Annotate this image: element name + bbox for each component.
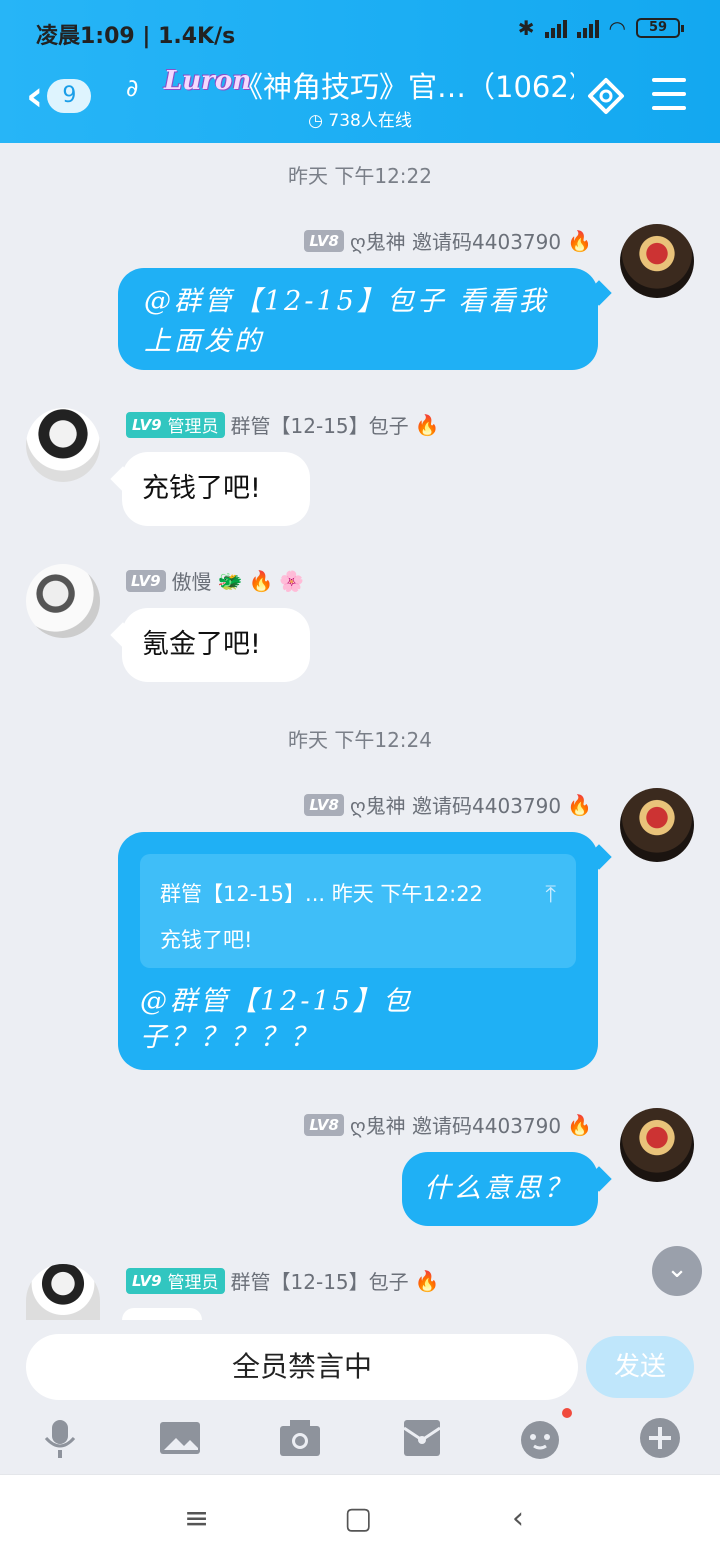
sender-meta: LV9 管理员 群管【12-15】包子 🔥 [126, 410, 440, 439]
fire-icon: 🔥 [567, 792, 592, 817]
status-time: 凌晨1:09 | 1.4K/s [36, 24, 236, 49]
timestamp: 昨天 下午12:24 [288, 728, 432, 752]
fire-icon: 🔥 [567, 228, 592, 253]
emoji-icon[interactable] [518, 1416, 562, 1460]
sender-meta: LV9 管理员 群管【12-15】包子 🔥 [126, 1266, 440, 1295]
admin-badge: LV9 管理员 [126, 411, 225, 438]
fire-icon: 🔥 [414, 1268, 440, 1293]
message-bubble[interactable]: 什么意思？ [402, 1152, 598, 1226]
image-icon[interactable] [158, 1416, 202, 1460]
avatar[interactable] [26, 564, 100, 638]
quoted-message[interactable]: 群管【12-15】... 昨天 下午12:22 充钱了吧! ⤒ [140, 854, 576, 968]
sender-name[interactable]: 傲慢 [172, 566, 212, 595]
message-input-muted[interactable]: 全员禁言中 [26, 1334, 578, 1400]
quote-header: 群管【12-15】... 昨天 下午12:22 [160, 882, 483, 906]
admin-badge: LV9 管理员 [126, 1267, 225, 1294]
signal-icon [544, 18, 567, 38]
camera-icon[interactable] [278, 1416, 322, 1460]
sender-meta: LV8 ღ鬼神 邀请码4403790 🔥 [304, 226, 592, 255]
avatar[interactable] [620, 224, 694, 298]
plus-icon[interactable] [638, 1416, 682, 1460]
sender-name[interactable]: 群管【12-15】包子 [231, 410, 409, 439]
message-bubble[interactable]: 充钱了吧! [122, 452, 310, 526]
menu-icon[interactable] [652, 78, 686, 110]
message-bubble[interactable] [122, 1308, 202, 1320]
message-bubble[interactable]: 氪金了吧! [122, 608, 310, 682]
notification-dot [562, 1408, 572, 1418]
chat-header: 凌晨1:09 | 1.4K/s ✱ ◠ 59 ‹ 9 ∂ Luron 《神角技巧… [0, 0, 720, 143]
fire-icon: 🔥 [248, 568, 274, 593]
wifi-icon: ◠ [608, 16, 626, 40]
fire-icon: 🔥 [414, 412, 440, 437]
red-packet-icon[interactable] [400, 1416, 444, 1460]
avatar[interactable] [620, 788, 694, 862]
group-tag-icon[interactable] [584, 74, 628, 118]
quote-text: 充钱了吧! [160, 928, 253, 952]
home-icon[interactable]: ▢ [344, 1501, 372, 1536]
battery-icon: 59 [636, 18, 684, 38]
send-button[interactable]: 发送 [586, 1336, 694, 1398]
sender-name[interactable]: ღ鬼神 邀请码4403790 [350, 1110, 561, 1139]
message-text: @群管【12-15】包子？？？？？ [140, 986, 413, 1053]
signal-icon-2 [576, 18, 599, 38]
flower-icon: 🌸 [279, 568, 305, 593]
status-bar: 凌晨1:09 | 1.4K/s ✱ ◠ 59 [0, 14, 720, 50]
ear-icon: ∂ [126, 74, 139, 102]
sender-meta: LV8 ღ鬼神 邀请码4403790 🔥 [304, 790, 592, 819]
sender-meta: LV8 ღ鬼神 邀请码4403790 🔥 [304, 1110, 592, 1139]
avatar[interactable] [620, 1108, 694, 1182]
level-badge: LV8 [304, 793, 344, 816]
sender-name[interactable]: ღ鬼神 邀请码4403790 [350, 226, 561, 255]
level-badge: LV9 [126, 569, 166, 592]
dragon-icon: 🐲 [217, 568, 243, 593]
online-icon: ◷ [308, 111, 329, 131]
system-nav-bar: ≡ ▢ ‹ [0, 1474, 720, 1560]
recents-icon[interactable]: ≡ [184, 1501, 209, 1536]
sender-name[interactable]: 群管【12-15】包子 [231, 1266, 409, 1295]
level-badge: LV8 [304, 229, 344, 252]
message-bubble[interactable]: 群管【12-15】... 昨天 下午12:22 充钱了吧! ⤒ @群管【12-1… [118, 832, 598, 1070]
message-bubble[interactable]: @群管【12-15】包子 看看我上面发的 [118, 268, 598, 370]
input-area: 全员禁言中 发送 [0, 1320, 720, 1474]
mic-icon[interactable] [38, 1416, 82, 1460]
group-logo: Luron [164, 66, 252, 96]
chevron-down-icon: ⌄ [666, 1254, 688, 1284]
jump-to-icon[interactable]: ⤒ [545, 874, 556, 914]
bluetooth-icon: ✱ [517, 16, 535, 40]
back-icon[interactable]: ‹ [512, 1501, 524, 1536]
sender-meta: LV9 傲慢 🐲 🔥 🌸 [126, 566, 304, 595]
timestamp: 昨天 下午12:22 [288, 164, 432, 188]
status-icons: ✱ ◠ 59 [517, 16, 684, 40]
avatar[interactable] [26, 408, 100, 482]
group-title[interactable]: 《神角技巧》官…（1062） [234, 64, 574, 106]
input-toolbar [0, 1408, 720, 1462]
sender-name[interactable]: ღ鬼神 邀请码4403790 [350, 790, 561, 819]
level-badge: LV8 [304, 1113, 344, 1136]
avatar[interactable] [26, 1264, 100, 1320]
scroll-down-button[interactable]: ⌄ [652, 1246, 702, 1296]
fire-icon: 🔥 [567, 1112, 592, 1137]
